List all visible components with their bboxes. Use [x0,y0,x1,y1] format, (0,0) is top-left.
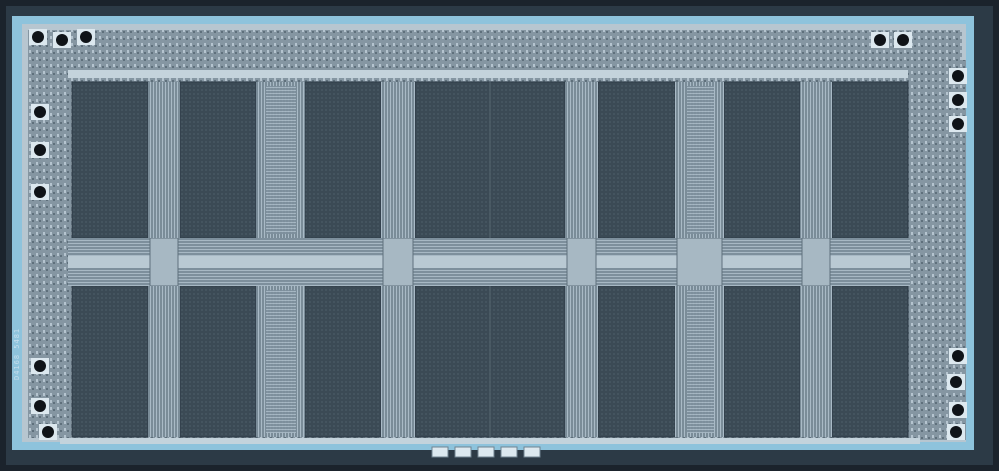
bottom-test-pad [454,446,472,458]
bottom-test-pad [477,446,495,458]
memory-array-block [597,285,676,438]
memory-array-block [831,285,909,438]
central-bus [68,256,910,268]
row-decoder-strip [381,82,415,238]
bond-wire-ball [952,350,964,362]
memory-array-block [71,81,149,239]
junction-block [801,237,831,287]
memory-array-block [831,81,909,239]
bond-wire-ball [32,31,44,43]
bottom-test-pad [431,446,449,458]
bond-wire-ball [952,94,964,106]
junction-block [382,237,414,287]
row-decoder-strip [381,286,415,437]
word-line-driver [687,290,714,433]
bond-wire-ball [952,118,964,130]
chip-die-photo: D4168 5481 [0,0,999,471]
top-logic-band [60,32,920,74]
bond-wire-ball [56,34,68,46]
bond-wire-ball [952,70,964,82]
bond-wire-ball [950,376,962,388]
bottom-test-pad [523,446,541,458]
memory-array-block [723,285,801,438]
word-line-driver [687,86,714,234]
memory-array-block [597,81,676,239]
memory-array-block [304,285,382,438]
row-decoder-strip [800,82,832,238]
row-decoder-strip [148,286,180,437]
row-decoder-strip [148,82,180,238]
bond-wire-ball [34,400,46,412]
junction-block [676,237,723,287]
row-decoder-strip [565,82,598,238]
row-decoder-strip [565,286,598,437]
bond-wire-ball [34,106,46,118]
bond-wire-ball [897,34,909,46]
bond-wire-ball [950,426,962,438]
bond-wire-ball [952,404,964,416]
word-line-driver [266,290,296,433]
memory-array-block [723,81,801,239]
junction-block [149,237,179,287]
bond-wire-ball [42,426,54,438]
bottom-test-pad [500,446,518,458]
bond-wire-ball [34,360,46,372]
bond-wire-ball [80,31,92,43]
die-graphic [0,0,999,471]
bond-wire-ball [34,144,46,156]
memory-array-block [304,81,382,239]
memory-array-block [179,285,257,438]
word-line-driver [266,86,296,234]
memory-array-block [71,285,149,438]
memory-array-block [179,81,257,239]
bond-wire-ball [874,34,886,46]
junction-block [566,237,597,287]
die-marking-text: D4168 5481 [13,327,21,380]
bond-wire-ball [34,186,46,198]
row-decoder-strip [800,286,832,437]
